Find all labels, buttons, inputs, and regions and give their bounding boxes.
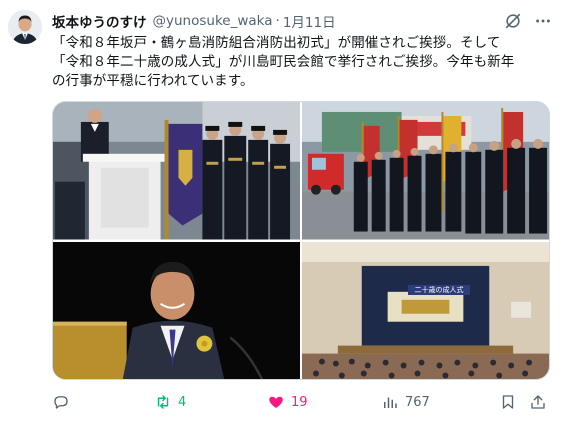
reply-button[interactable] xyxy=(52,393,154,411)
heart-icon xyxy=(269,396,283,408)
avatar[interactable] xyxy=(8,10,42,44)
media-grid: 二十歳の成人式 xyxy=(52,101,550,380)
avatar-photo xyxy=(8,10,42,44)
tweet-date[interactable]: 1月11日 xyxy=(283,11,336,31)
share-icon xyxy=(531,395,545,409)
tweet-header: 坂本ゆうのすけ @yunosuke_waka · 1月11日 xyxy=(52,10,553,32)
photo-firefighter-parade[interactable] xyxy=(302,102,549,240)
tweet-text: 「令和８年坂戸・鶴ヶ島消防組合消防出初式」が開催されご挨拶。そして 「令和８年二… xyxy=(52,34,557,91)
views-count: 767 xyxy=(405,394,430,410)
author-display-name[interactable]: 坂本ゆうのすけ xyxy=(52,11,147,31)
like-button[interactable]: 19 xyxy=(267,393,381,411)
retweet-count: 4 xyxy=(178,394,187,410)
retweet-icon xyxy=(157,395,169,409)
bookmark-icon xyxy=(502,395,514,409)
photo-speaker-portrait[interactable] xyxy=(53,241,300,379)
retweet-button[interactable]: 4 xyxy=(154,393,267,411)
views-button[interactable]: 767 xyxy=(381,393,499,411)
views-icon xyxy=(384,397,397,408)
author-handle[interactable]: @yunosuke_waka xyxy=(153,13,273,29)
reply-icon xyxy=(54,396,68,409)
like-count: 19 xyxy=(291,394,308,410)
grok-icon[interactable] xyxy=(503,11,523,31)
share-button[interactable] xyxy=(529,393,549,411)
more-options-icon[interactable] xyxy=(533,11,553,31)
photo-coming-of-age-hall[interactable]: 二十歳の成人式 xyxy=(302,241,549,379)
bookmark-button[interactable] xyxy=(499,393,529,411)
hall-banner-text: 二十歳の成人式 xyxy=(408,284,470,295)
tweet-text-line: の行事が平穏に行われています。 xyxy=(52,73,254,89)
header-separator: · xyxy=(275,13,280,29)
action-bar: 4 19 767 xyxy=(52,390,552,414)
photo-ceremony-speech[interactable] xyxy=(53,102,300,240)
tweet-text-line: 「令和８年坂戸・鶴ヶ島消防組合消防出初式」が開催されご挨拶。そして xyxy=(52,35,501,51)
tweet-text-line: 「令和８年二十歳の成人式」が川島町民会館で挙行されご挨拶。今年も新年 xyxy=(52,54,515,70)
